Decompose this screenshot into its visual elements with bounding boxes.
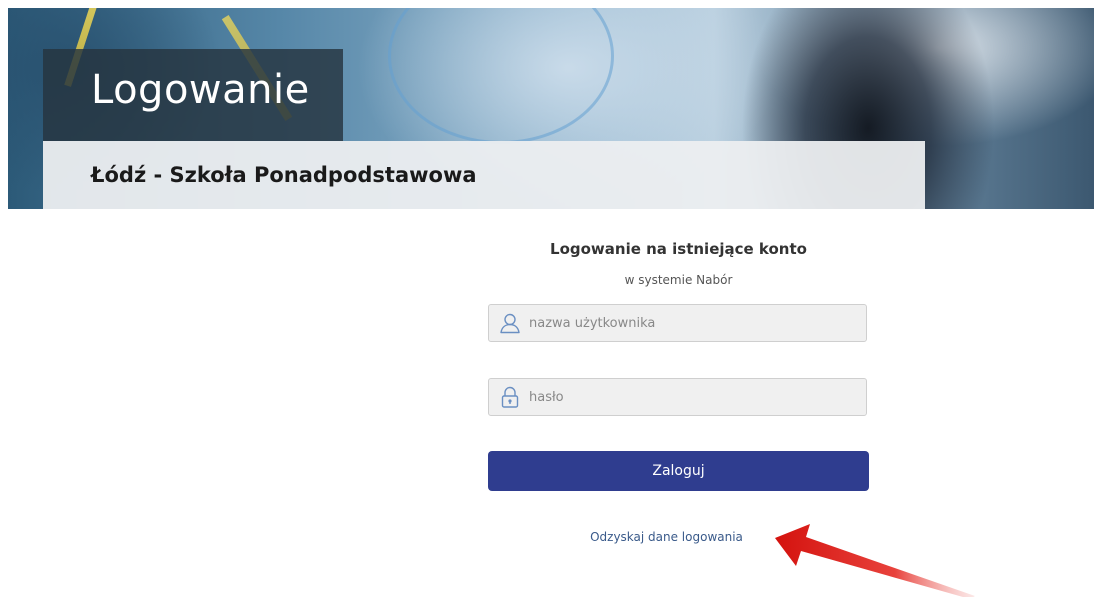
form-subheading: w systemie Nabór (624, 273, 733, 287)
user-icon (500, 313, 520, 334)
login-button[interactable]: Zaloguj (488, 451, 869, 491)
header-banner: Logowanie Łódź - Szkoła Ponadpodstawowa (8, 8, 1094, 209)
form-heading: Logowanie na istniejące konto (550, 240, 807, 258)
password-field[interactable] (488, 378, 867, 416)
page-subtitle: Łódź - Szkoła Ponadpodstawowa (91, 163, 477, 187)
login-page: Logowanie Łódź - Szkoła Ponadpodstawowa … (0, 0, 1094, 597)
username-field[interactable] (488, 304, 867, 342)
banner-decoration (388, 8, 614, 144)
password-input[interactable] (529, 379, 859, 415)
page-title-box: Logowanie (43, 49, 343, 141)
page-title: Logowanie (91, 67, 310, 113)
lock-icon (501, 386, 519, 408)
annotation-arrow-icon (775, 524, 975, 597)
page-subtitle-box: Łódź - Szkoła Ponadpodstawowa (43, 141, 925, 209)
username-input[interactable] (529, 305, 859, 341)
